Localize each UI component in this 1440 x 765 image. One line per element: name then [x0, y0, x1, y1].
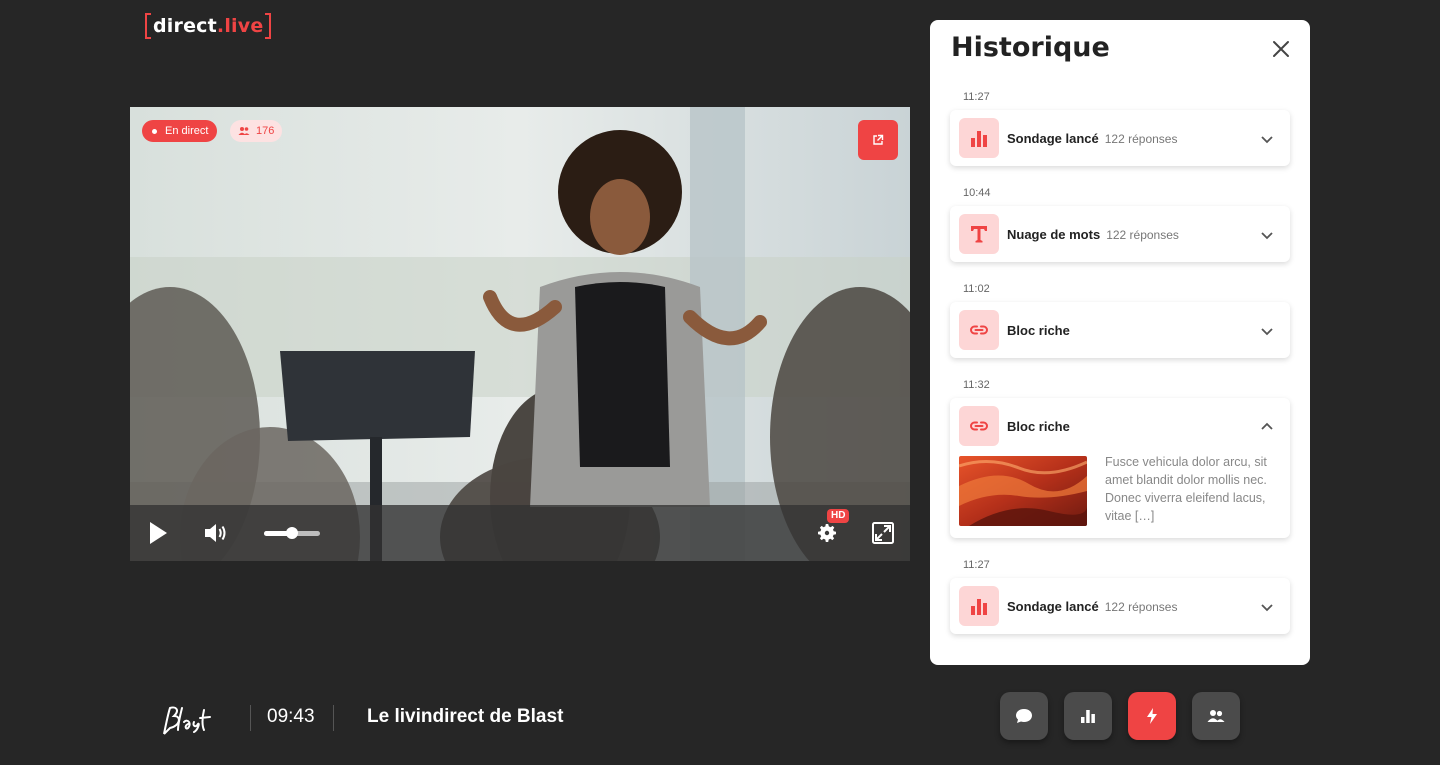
volume-icon [205, 524, 226, 542]
player-controls: HD [130, 505, 910, 561]
panel-title: Historique [951, 32, 1110, 63]
history-item-label: Bloc riche [1007, 323, 1070, 338]
settings-button[interactable] [813, 519, 841, 547]
external-link-icon [873, 134, 884, 145]
chevron-down-icon[interactable] [1260, 324, 1274, 338]
event-time: 09:43 [267, 706, 315, 727]
bar-chart-icon [1081, 710, 1095, 723]
history-item-label: Nuage de mots 122 réponses [1007, 227, 1179, 242]
history-item-responses: 122 réponses [1104, 132, 1178, 146]
rich-block-description: Fusce vehicula dolor arcu, sit amet blan… [1105, 455, 1267, 523]
play-icon [150, 522, 167, 544]
footer-separator [250, 705, 251, 731]
video-frame [130, 107, 910, 561]
poll-button[interactable] [1064, 692, 1112, 740]
history-item-icon [959, 310, 999, 350]
rich-block-thumbnail [959, 456, 1087, 526]
users-icon [1207, 710, 1225, 722]
share-button[interactable] [858, 120, 898, 160]
close-icon [1273, 41, 1289, 57]
participants-button[interactable] [1192, 692, 1240, 740]
history-item-label: Bloc riche [1007, 419, 1070, 434]
logo-text: direct.live [153, 15, 264, 37]
text-t-icon [971, 226, 987, 243]
quick-action-button[interactable] [1128, 692, 1176, 740]
chat-button[interactable] [1000, 692, 1048, 740]
volume-knob[interactable] [286, 527, 298, 539]
logo-bracket-right [265, 13, 272, 39]
chevron-down-icon[interactable] [1260, 132, 1274, 146]
event-title: Le livindirect de Blast [367, 706, 564, 727]
bar-chart-icon [971, 599, 987, 615]
live-dot-icon [152, 128, 157, 134]
live-badge: En direct [142, 120, 218, 142]
history-item-responses: 122 réponses [1104, 600, 1178, 614]
chevron-up-icon[interactable] [1260, 420, 1274, 434]
history-item-rich-block-expanded[interactable]: Bloc riche Fusce vehicula dolor arcu, si… [950, 398, 1290, 538]
bar-chart-icon [971, 131, 987, 147]
history-item-label: Sondage lancé 122 réponses [1007, 599, 1178, 614]
history-item-rich-block[interactable]: Bloc riche [950, 302, 1290, 358]
hd-badge: HD [827, 509, 850, 523]
footer-separator [333, 705, 334, 731]
chevron-down-icon[interactable] [1260, 600, 1274, 614]
video-player[interactable]: En direct 176 HD [130, 107, 910, 561]
app-logo: direct.live [145, 12, 272, 40]
history-panel: Historique 11:27 Sondage lancé 122 répons… [930, 20, 1310, 665]
canyon-image [959, 456, 1087, 526]
history-item-label: Sondage lancé 122 réponses [1007, 131, 1178, 146]
gear-icon [818, 524, 836, 542]
history-item-icon [959, 118, 999, 158]
fullscreen-icon [872, 522, 894, 544]
volume-button[interactable] [202, 519, 230, 547]
blast-logo [163, 706, 211, 735]
fullscreen-button[interactable] [870, 520, 896, 546]
viewer-count: 176 [256, 125, 275, 137]
history-item-icon [959, 214, 999, 254]
lightning-icon [1147, 708, 1157, 724]
play-button[interactable] [146, 519, 170, 547]
history-item-icon [959, 406, 999, 446]
link-icon [970, 325, 988, 335]
history-item-time: 10:44 [963, 187, 991, 199]
history-item-responses: 122 réponses [1106, 228, 1179, 242]
users-icon [238, 127, 250, 135]
history-item-time: 11:27 [963, 91, 990, 103]
history-item-icon [959, 586, 999, 626]
chat-icon [1016, 709, 1032, 723]
history-item-poll[interactable]: Sondage lancé 122 réponses [950, 110, 1290, 166]
volume-slider[interactable] [264, 527, 320, 539]
viewer-count-badge: 176 [230, 120, 283, 142]
history-item-poll[interactable]: Sondage lancé 122 réponses [950, 578, 1290, 634]
history-item-time: 11:32 [963, 379, 990, 391]
history-item-time: 11:27 [963, 559, 990, 571]
history-item-word-cloud[interactable]: Nuage de mots 122 réponses [950, 206, 1290, 262]
history-item-time: 11:02 [963, 283, 990, 295]
live-badge-label: En direct [165, 125, 209, 137]
close-button[interactable] [1270, 38, 1292, 60]
chevron-down-icon[interactable] [1260, 228, 1274, 242]
link-icon [970, 421, 988, 431]
